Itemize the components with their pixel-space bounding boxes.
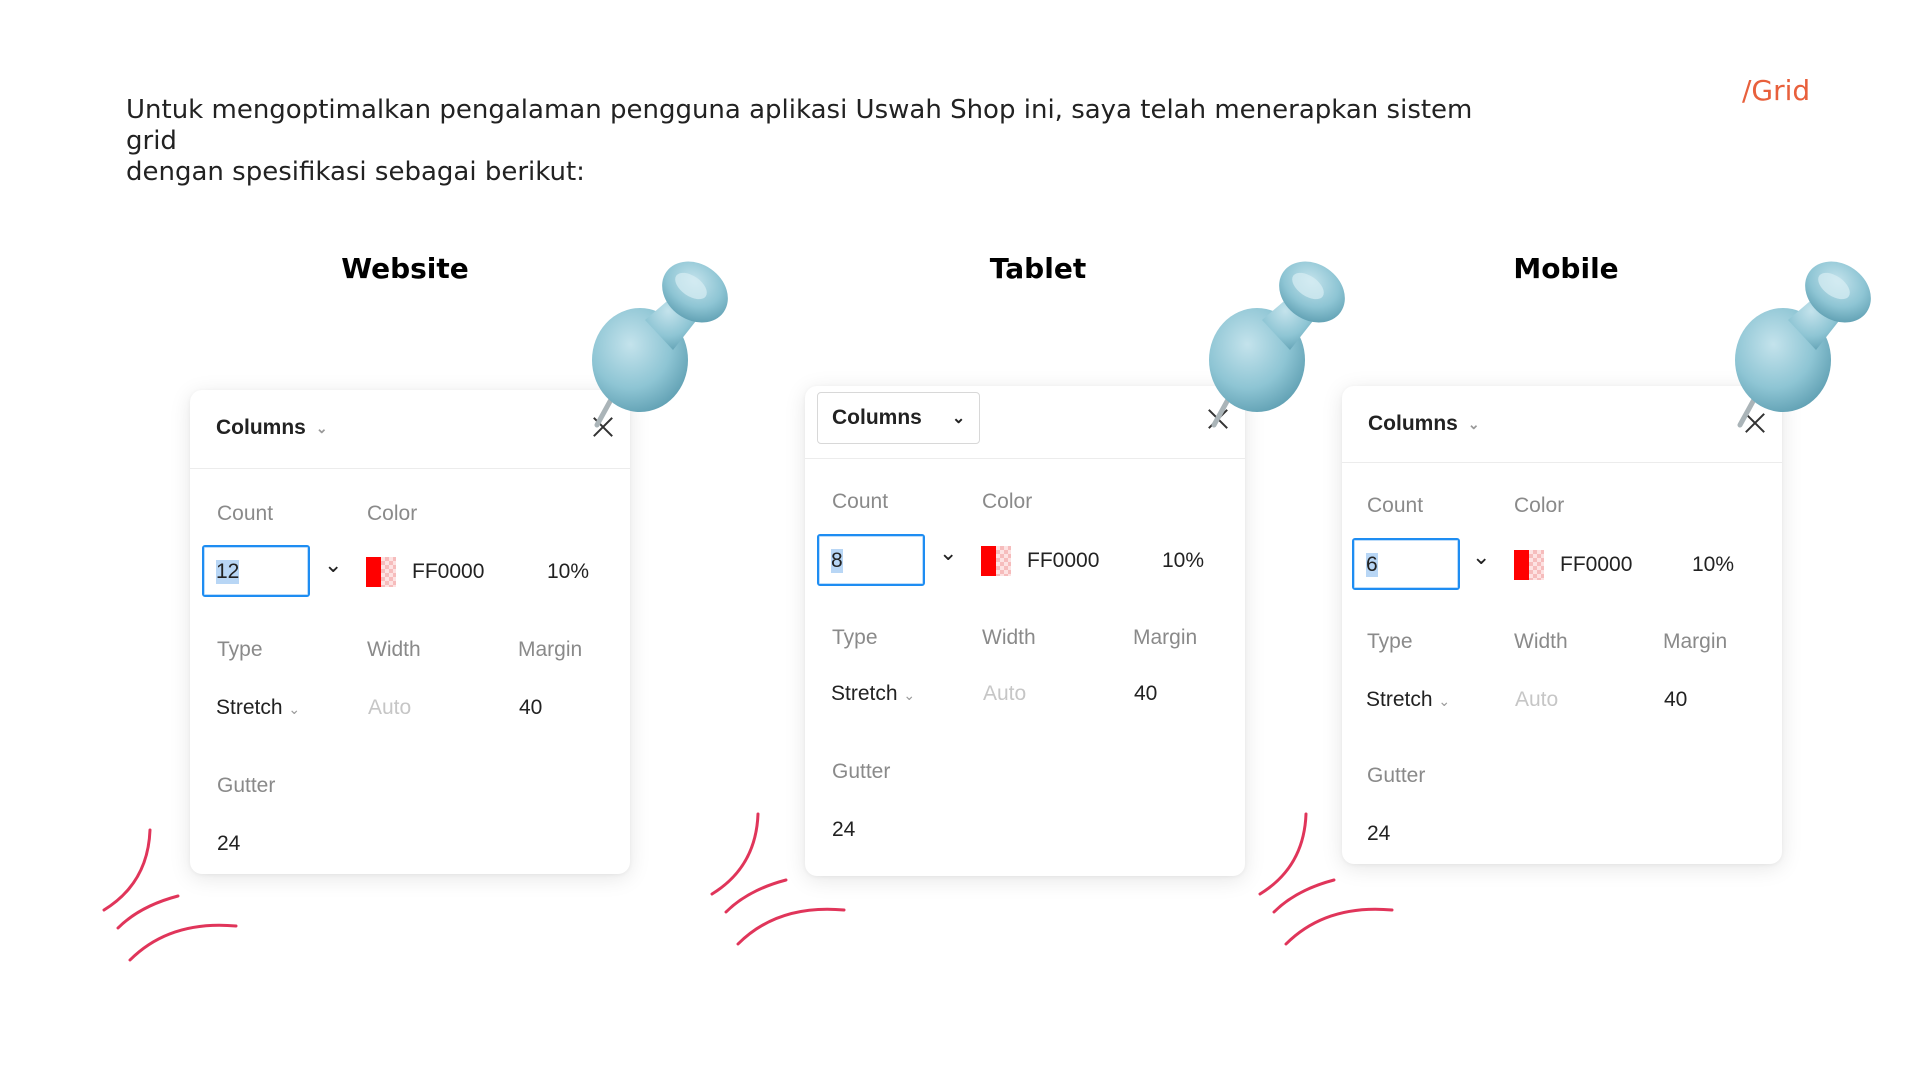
color-hex-value[interactable]: FF0000 <box>1027 549 1099 573</box>
pushpin-icon <box>1209 261 1345 428</box>
count-input[interactable]: 8 <box>817 534 925 586</box>
width-value[interactable]: Auto <box>1515 688 1558 712</box>
margin-label: Margin <box>1663 630 1728 653</box>
intro-line-2: dengan spesifikasi sebagai berikut: <box>126 157 585 187</box>
width-value[interactable]: Auto <box>368 696 411 720</box>
mode-dropdown[interactable]: Columns ⌄ <box>216 416 328 440</box>
type-label: Type <box>217 638 263 661</box>
count-label: Count <box>1367 494 1424 517</box>
opacity-value[interactable]: 10% <box>1692 553 1734 577</box>
type-value: Stretch <box>216 696 283 719</box>
mode-dropdown[interactable]: Columns ⌄ <box>817 392 981 444</box>
chevron-down-icon[interactable]: ⌄ <box>1472 544 1490 570</box>
color-label: Color <box>367 502 418 525</box>
intro-line-1: Untuk mengoptimalkan pengalaman pengguna… <box>126 95 1473 156</box>
color-swatch-icon[interactable] <box>1514 550 1544 580</box>
margin-value[interactable]: 40 <box>1664 688 1687 712</box>
type-label: Type <box>1367 630 1413 653</box>
count-input[interactable]: 6 <box>1352 538 1460 590</box>
grid-panel-website: Columns ⌄ Count Color 12 ⌄ FF0000 10% Ty… <box>190 390 630 874</box>
count-value: 6 <box>1366 553 1378 577</box>
type-dropdown[interactable]: Stretch ⌄ <box>831 682 915 706</box>
intro-paragraph: Untuk mengoptimalkan pengalaman pengguna… <box>126 95 1526 188</box>
chevron-down-icon[interactable]: ⌄ <box>324 552 342 578</box>
gutter-label: Gutter <box>1367 764 1426 787</box>
margin-value[interactable]: 40 <box>1134 682 1157 706</box>
opacity-value[interactable]: 10% <box>1162 549 1204 573</box>
width-label: Width <box>1514 630 1568 653</box>
margin-value[interactable]: 40 <box>519 696 542 720</box>
count-label: Count <box>832 490 889 513</box>
grid-panel-mobile: Columns ⌄ Count Color 6 ⌄ FF0000 10% Typ… <box>1342 386 1782 864</box>
color-hex-value[interactable]: FF0000 <box>412 560 484 584</box>
scribble-decoration <box>102 828 238 962</box>
count-value: 12 <box>216 560 240 584</box>
panel-header: Columns ⌄ <box>1342 386 1782 463</box>
chevron-down-icon: ⌄ <box>1438 693 1451 709</box>
heading-mobile: Mobile <box>1513 252 1619 285</box>
panel-header: Columns ⌄ <box>805 386 1245 459</box>
heading-tablet: Tablet <box>989 252 1087 285</box>
width-label: Width <box>982 626 1036 649</box>
chevron-down-icon: ⌄ <box>288 701 301 717</box>
gutter-label: Gutter <box>832 760 891 783</box>
opacity-value[interactable]: 10% <box>547 560 589 584</box>
mode-dropdown[interactable]: Columns ⌄ <box>1368 412 1480 436</box>
count-value: 8 <box>831 549 843 573</box>
grid-panel-tablet: Columns ⌄ Count Color 8 ⌄ FF0000 10% Typ… <box>805 386 1245 876</box>
chevron-down-icon[interactable]: ⌄ <box>939 540 957 566</box>
chevron-down-icon: ⌄ <box>1467 415 1480 432</box>
pushpin-icon <box>592 261 728 428</box>
margin-label: Margin <box>1133 626 1198 649</box>
gutter-label: Gutter <box>217 774 276 797</box>
panel-header: Columns ⌄ <box>190 390 630 469</box>
mode-label: Columns <box>1368 412 1458 435</box>
mode-label: Columns <box>216 416 306 439</box>
chevron-down-icon: ⌄ <box>951 410 966 427</box>
scribble-decoration <box>710 812 846 946</box>
count-input[interactable]: 12 <box>202 545 310 597</box>
margin-label: Margin <box>518 638 583 661</box>
heading-website: Website <box>341 252 469 285</box>
color-hex-value[interactable]: FF0000 <box>1560 553 1632 577</box>
width-label: Width <box>367 638 421 661</box>
type-dropdown[interactable]: Stretch ⌄ <box>1366 688 1450 712</box>
chevron-down-icon: ⌄ <box>315 419 328 436</box>
type-dropdown[interactable]: Stretch ⌄ <box>216 696 300 720</box>
count-label: Count <box>217 502 274 525</box>
section-tag: /Grid <box>1742 74 1811 107</box>
scribble-decoration <box>1258 812 1394 946</box>
color-label: Color <box>982 490 1033 513</box>
width-value[interactable]: Auto <box>983 682 1026 706</box>
mode-label: Columns <box>832 406 922 429</box>
type-label: Type <box>832 626 878 649</box>
chevron-down-icon: ⌄ <box>903 687 916 703</box>
color-swatch-icon[interactable] <box>366 557 396 587</box>
type-value: Stretch <box>1366 688 1433 711</box>
color-label: Color <box>1514 494 1565 517</box>
pushpin-icon <box>1735 261 1871 428</box>
color-swatch-icon[interactable] <box>981 546 1011 576</box>
type-value: Stretch <box>831 682 898 705</box>
